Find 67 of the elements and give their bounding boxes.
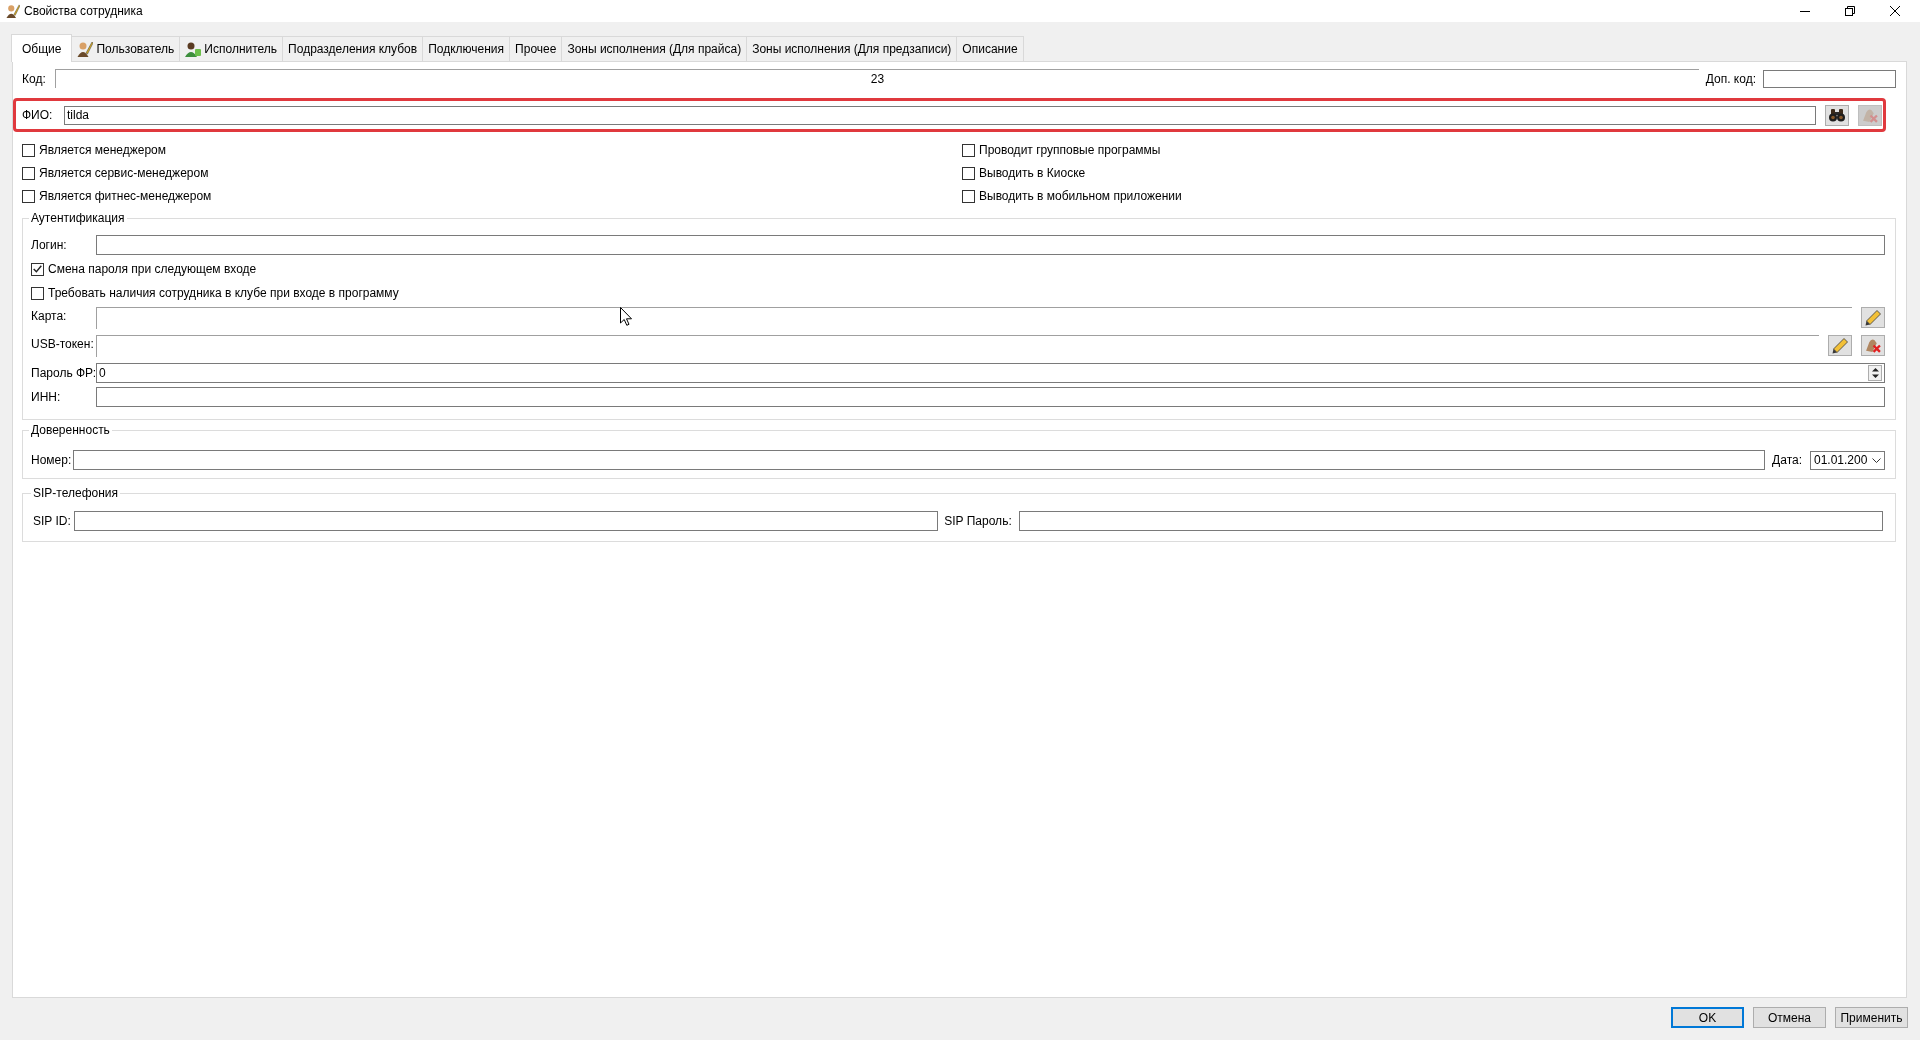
login-field[interactable] bbox=[96, 235, 1885, 255]
spin-button[interactable] bbox=[1868, 365, 1882, 381]
person-icon bbox=[185, 41, 202, 57]
edit-button[interactable] bbox=[1828, 335, 1852, 356]
date-field[interactable]: 01.01.200 bbox=[1810, 450, 1885, 470]
checkbox[interactable] bbox=[962, 143, 975, 157]
extra-code-field[interactable] bbox=[1763, 69, 1896, 88]
checkbox-label[interactable]: Смена пароля при следующем входе bbox=[48, 262, 257, 276]
field-label: USB-токен: bbox=[31, 337, 95, 351]
field-label: Доп. код: bbox=[1705, 71, 1756, 86]
field-label: Дата: bbox=[1772, 453, 1802, 467]
checkbox-label[interactable]: Является менеджером bbox=[39, 143, 166, 157]
clear-button[interactable] bbox=[1861, 335, 1885, 356]
delete-icon bbox=[1862, 107, 1878, 123]
checkbox[interactable] bbox=[22, 166, 35, 180]
field-label: Номер: bbox=[31, 453, 73, 467]
field-label: ФИО: bbox=[22, 108, 54, 122]
checkbox[interactable] bbox=[31, 286, 44, 300]
checkbox[interactable] bbox=[962, 189, 975, 203]
sip-password-field[interactable] bbox=[1018, 511, 1883, 531]
pencil-icon bbox=[1865, 309, 1881, 326]
person-pencil-icon bbox=[6, 4, 20, 18]
window-title: Свойства сотрудника bbox=[24, 4, 143, 18]
group-title: Аутентификация bbox=[30, 211, 126, 225]
dialog-button[interactable]: Применить bbox=[1835, 1007, 1908, 1028]
checkbox[interactable] bbox=[22, 143, 35, 157]
chevron-down-icon bbox=[1872, 457, 1881, 463]
pencil-icon bbox=[1832, 337, 1848, 354]
checkbox-label[interactable]: Выводить в мобильном приложении bbox=[979, 189, 1182, 203]
sip-id-field[interactable] bbox=[74, 511, 939, 531]
field-label: Логин: bbox=[31, 238, 68, 252]
search-button[interactable] bbox=[1825, 104, 1849, 126]
group-title: Доверенность bbox=[30, 423, 111, 437]
checkbox-label[interactable]: Выводить в Киоске bbox=[979, 166, 1086, 180]
name-field[interactable]: tilda bbox=[64, 105, 1816, 125]
field-label: SIP Пароль: bbox=[944, 514, 1012, 528]
dialog-button[interactable]: OK bbox=[1671, 1007, 1744, 1028]
checkbox-label[interactable]: Является сервис-менеджером bbox=[39, 166, 209, 180]
checkbox[interactable] bbox=[22, 189, 35, 203]
inn-field[interactable] bbox=[96, 387, 1885, 407]
group-title: SIP-телефония bbox=[32, 486, 120, 500]
minimize-icon bbox=[1799, 10, 1810, 12]
number-input-field[interactable] bbox=[73, 450, 1766, 470]
person-pencil-icon bbox=[77, 41, 94, 57]
checkbox-label[interactable]: Проводит групповые программы bbox=[979, 143, 1161, 157]
dialog-button[interactable]: Отмена bbox=[1753, 1007, 1826, 1028]
checkbox-label[interactable]: Является фитнес-менеджером bbox=[39, 189, 212, 203]
checkbox[interactable] bbox=[962, 166, 975, 180]
restore-icon bbox=[1844, 6, 1855, 16]
edit-button[interactable] bbox=[1861, 307, 1885, 328]
number-field[interactable]: 0 bbox=[96, 363, 1885, 383]
field-label: SIP ID: bbox=[33, 514, 72, 528]
close-icon bbox=[1889, 6, 1900, 16]
up-down-arrows-icon bbox=[1871, 368, 1879, 378]
binoculars-icon bbox=[1829, 108, 1845, 122]
field-label: Пароль ФР: bbox=[31, 366, 96, 380]
tab[interactable]: Общие bbox=[11, 34, 73, 62]
tab[interactable]: Описание bbox=[956, 36, 1024, 61]
checkbox-label[interactable]: Требовать наличия сотрудника в клубе при входе в программу bbox=[48, 286, 399, 300]
field-label: Код: bbox=[22, 71, 47, 86]
checkbox[interactable] bbox=[31, 262, 44, 276]
field-label: Карта: bbox=[31, 309, 68, 323]
field-label: ИНН: bbox=[31, 390, 62, 404]
mouse-cursor-icon bbox=[620, 307, 632, 326]
checkmark-icon bbox=[33, 265, 42, 273]
delete-icon bbox=[1865, 338, 1881, 353]
code-field[interactable]: 23 bbox=[55, 69, 1699, 88]
